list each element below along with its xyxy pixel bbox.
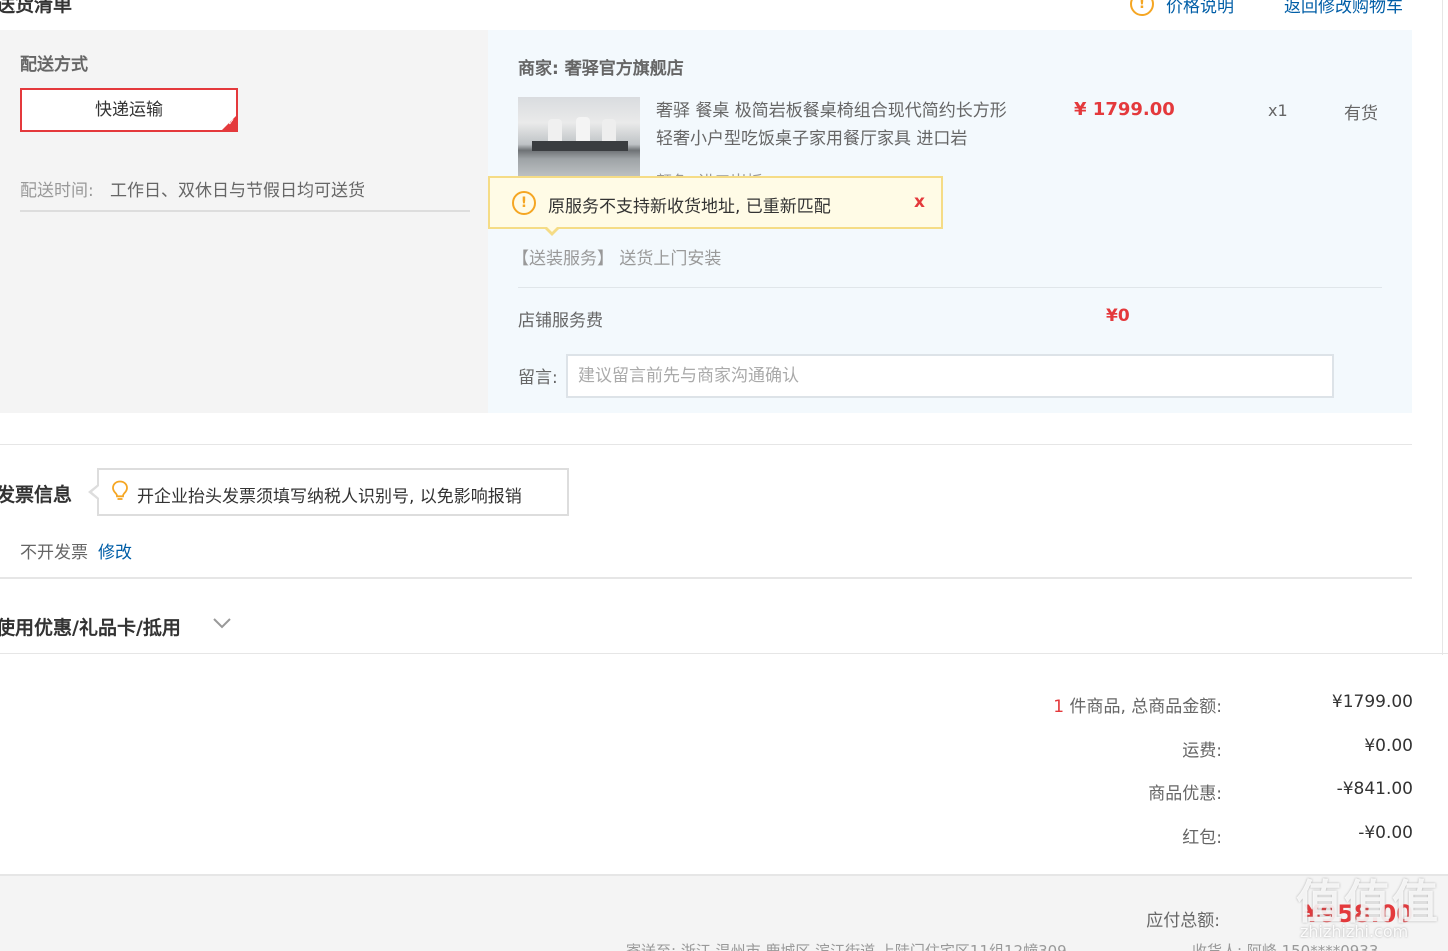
invoice-title: 发票信息: [0, 484, 73, 506]
lightbulb-icon: [112, 480, 128, 500]
total-goods-label: 1 件商品, 总商品金额:: [1053, 697, 1222, 717]
total-goods-value: ¥1799.00: [1331, 692, 1413, 712]
invoice-tip-text: 开企业抬头发票须填写纳税人识别号, 以免影响报销: [137, 487, 522, 507]
receiver-info: 收货人: 阿峰 150****0933: [1192, 942, 1379, 951]
invoice-edit-link[interactable]: 修改: [98, 538, 132, 563]
close-icon[interactable]: x: [914, 192, 925, 212]
shipping-fee-label: 运费:: [1182, 741, 1222, 761]
toast-message: 原服务不支持新收货地址, 已重新匹配: [548, 197, 831, 217]
info-icon: !: [1130, 0, 1154, 16]
divider: [0, 653, 1448, 654]
redpacket-label: 红包:: [1182, 828, 1222, 848]
shop-fee-label: 店铺服务费: [518, 311, 603, 331]
price-note-link[interactable]: 价格说明: [1166, 0, 1234, 17]
delivery-time-label: 配送时间:: [20, 181, 94, 201]
merchant-name: 商家: 奢驿官方旗舰店: [518, 59, 684, 79]
product-price: ¥ 1799.00: [1074, 99, 1175, 120]
stock-status: 有货: [1344, 104, 1378, 124]
discount-value: -¥841.00: [1336, 779, 1413, 799]
divider: [0, 577, 1412, 579]
product-quantity: x1: [1268, 101, 1288, 120]
chevron-down-icon[interactable]: [212, 616, 232, 630]
service-rematch-toast: ! 原服务不支持新收货地址, 已重新匹配 x: [488, 176, 943, 229]
section-title: 送货清单: [0, 0, 73, 16]
divider: [0, 444, 1412, 445]
divider: [20, 210, 470, 212]
delivery-install-service: 【送装服务】 送货上门安装: [512, 249, 722, 269]
message-input[interactable]: [566, 354, 1334, 398]
divider: [1442, 0, 1443, 655]
shipping-address: 寄送至: 浙江 温州市 鹿城区 滨江街道 上陡门住宅区11组12幢309: [626, 942, 1067, 951]
shop-fee-value: ¥0: [1106, 306, 1130, 326]
check-icon: ✓: [227, 118, 235, 128]
back-to-cart-link[interactable]: 返回修改购物车: [1284, 0, 1403, 17]
delivery-method-express-button[interactable]: 快递运输 ✓: [20, 88, 238, 132]
payable-total-label: 应付总额:: [1146, 911, 1220, 931]
invoice-value: 不开发票: [20, 543, 88, 563]
coupon-section-toggle[interactable]: 使用优惠/礼品卡/抵用: [0, 613, 181, 640]
delivery-method-text: 快递运输: [95, 100, 163, 120]
item-count: 1: [1053, 697, 1065, 717]
warning-icon: !: [512, 191, 536, 215]
watermark-domain: zhizhizhi.com: [1300, 922, 1409, 941]
product-name[interactable]: 奢驿 餐桌 极简岩板餐桌椅组合现代简约长方形轻奢小户型吃饭桌子家用餐厅家具 进口…: [656, 97, 1016, 153]
shipping-fee-value: ¥0.00: [1364, 736, 1413, 756]
redpacket-value: -¥0.00: [1358, 823, 1413, 843]
discount-label: 商品优惠:: [1148, 784, 1222, 804]
invoice-tip: 开企业抬头发票须填写纳税人识别号, 以免影响报销: [97, 468, 569, 516]
product-image[interactable]: [518, 97, 640, 183]
delivery-time-value: 工作日、双休日与节假日均可送货: [110, 181, 365, 201]
delivery-method-label: 配送方式: [20, 55, 88, 75]
message-label: 留言:: [518, 368, 558, 388]
divider: [518, 287, 1382, 288]
